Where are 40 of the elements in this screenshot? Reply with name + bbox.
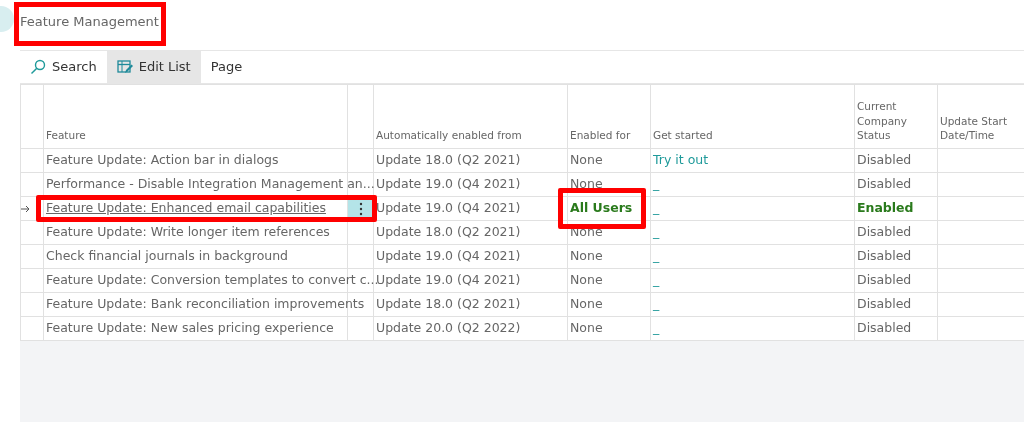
table-cell: Update 19.0 (Q4 2021) xyxy=(376,272,521,288)
table-cell: All Users xyxy=(570,200,633,216)
table-cell: Update 18.0 (Q2 2021) xyxy=(376,296,521,312)
get-started-link[interactable]: _ xyxy=(653,200,660,216)
table-cell: None xyxy=(570,176,603,192)
table-cell: Disabled xyxy=(857,224,912,240)
search-button[interactable]: Search xyxy=(20,51,107,83)
get-started-link[interactable]: _ xyxy=(653,248,660,264)
table-cell: Disabled xyxy=(857,176,912,192)
table-cell: Enabled xyxy=(857,200,914,216)
table-cell: Update 19.0 (Q4 2021) xyxy=(376,248,521,264)
table-cell: None xyxy=(570,272,603,288)
feature-link[interactable]: Performance - Disable Integration Management an... xyxy=(46,176,375,192)
get-started-link[interactable]: Try it out xyxy=(653,152,709,168)
get-started-link[interactable]: _ xyxy=(653,176,660,192)
search-icon xyxy=(30,59,46,75)
table-cell: None xyxy=(570,296,603,312)
get-started-link[interactable]: _ xyxy=(653,224,660,240)
table-cell: None xyxy=(570,152,603,168)
table-cell: Update 19.0 (Q4 2021) xyxy=(376,200,521,216)
table-cell: Update 20.0 (Q2 2022) xyxy=(376,320,521,336)
table-cell: Update 19.0 (Q4 2021) xyxy=(376,176,521,192)
get-started-link[interactable]: _ xyxy=(653,320,660,336)
table-cell: Disabled xyxy=(857,320,912,336)
table-cell: Disabled xyxy=(857,272,912,288)
page-title: Feature Management xyxy=(14,2,166,46)
table-cell: None xyxy=(570,248,603,264)
table-cell: Update 18.0 (Q2 2021) xyxy=(376,224,521,240)
get-started-link[interactable]: _ xyxy=(653,272,660,288)
feature-link[interactable]: Feature Update: Bank reconciliation improvements xyxy=(46,296,365,312)
table-cell: Update 18.0 (Q2 2021) xyxy=(376,152,521,168)
page-button[interactable]: Page xyxy=(200,51,253,83)
table-cell: Disabled xyxy=(857,248,912,264)
get-started-link[interactable]: _ xyxy=(653,296,660,312)
table-cell: None xyxy=(570,320,603,336)
table-cell: Disabled xyxy=(857,152,912,168)
edit-list-icon xyxy=(116,59,133,75)
table-cell: Disabled xyxy=(857,296,912,312)
more-options-icon[interactable] xyxy=(358,201,363,216)
edit-list-button[interactable]: Edit List xyxy=(106,51,201,83)
